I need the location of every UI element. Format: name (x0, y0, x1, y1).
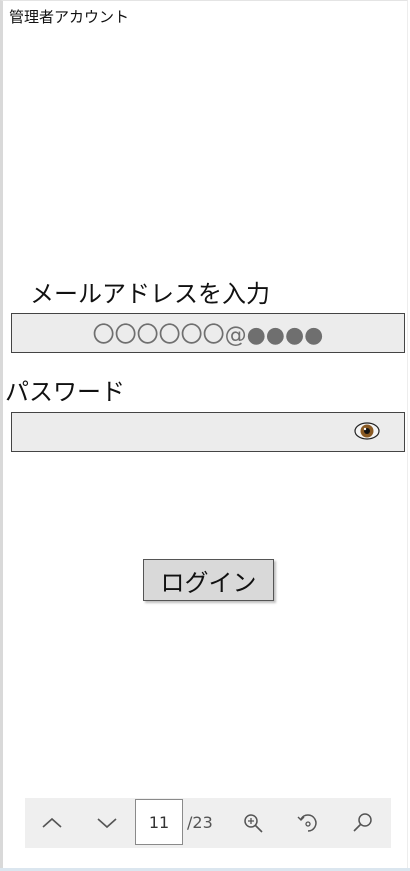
search-icon[interactable] (350, 810, 376, 836)
page-total: /23 (187, 813, 213, 832)
email-placeholder: 〇〇〇〇〇〇@●●●● (92, 323, 324, 348)
rotate-icon[interactable] (295, 810, 321, 836)
email-field[interactable]: 〇〇〇〇〇〇@●●●● (11, 313, 405, 353)
zoom-in-icon[interactable] (240, 810, 266, 836)
password-label: パスワード (5, 378, 125, 406)
login-button[interactable]: ログイン (143, 559, 274, 601)
password-field[interactable] (11, 412, 405, 452)
chevron-up-icon[interactable] (39, 810, 65, 836)
email-label: メールアドレスを入力 (30, 280, 270, 308)
page-toolbar: 11 /23 (25, 798, 391, 848)
app-title: 管理者アカウント (9, 8, 130, 26)
chevron-down-icon[interactable] (94, 810, 120, 836)
eye-icon[interactable] (354, 421, 380, 441)
page-number-input[interactable]: 11 (135, 799, 183, 845)
